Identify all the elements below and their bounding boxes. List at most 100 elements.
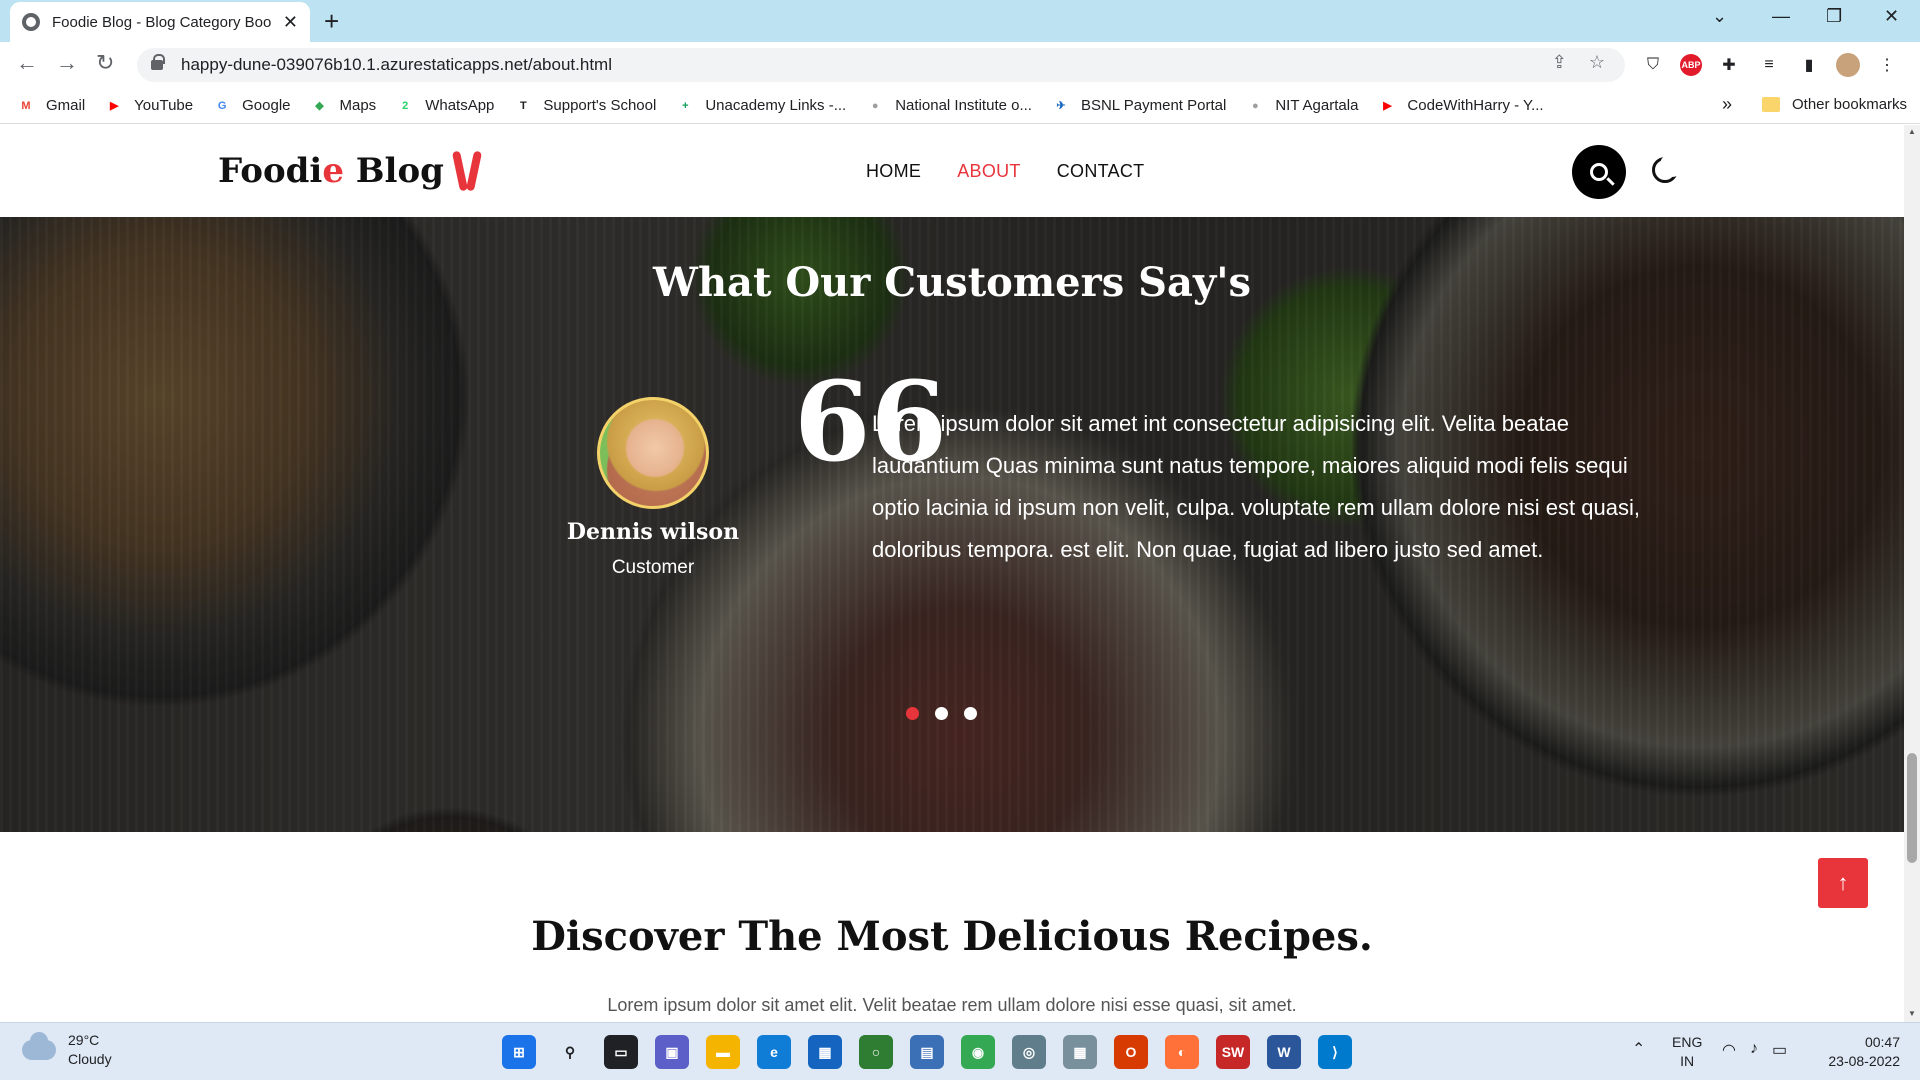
restore-button[interactable]: ❐: [1826, 6, 1842, 27]
edge-browser-icon[interactable]: e: [757, 1035, 791, 1069]
shield-extension-icon[interactable]: ⛉: [1640, 52, 1666, 78]
scroll-up-arrow-icon[interactable]: ▲: [1908, 127, 1916, 136]
bookmark-favicon-icon: G: [217, 99, 227, 112]
solidworks-icon[interactable]: SW: [1216, 1035, 1250, 1069]
back-to-top-button[interactable]: ↑: [1818, 858, 1868, 908]
bookmark-item[interactable]: ● NIT Agartala: [1245, 97, 1358, 114]
page-scrollbar[interactable]: ▲ ▼: [1904, 125, 1920, 1022]
bookmark-favicon-icon: ●: [871, 99, 879, 112]
bookmark-item[interactable]: T Support's School: [513, 97, 656, 114]
adblock-extension-icon[interactable]: ABP: [1680, 54, 1702, 76]
recipes-section-subtitle: Lorem ipsum dolor sit amet elit. Velit b…: [607, 995, 1297, 1015]
circle-app-icon[interactable]: ○: [859, 1035, 893, 1069]
browser-tab-active[interactable]: Foodie Blog - Blog Category Boo ✕: [10, 2, 310, 42]
file-explorer-icon[interactable]: ▬: [706, 1035, 740, 1069]
testimonial-section: What Our Customers Say's Dennis wilson C…: [0, 217, 1904, 832]
address-bar[interactable]: happy-dune-039076b10.1.azurestaticapps.n…: [137, 48, 1625, 82]
testimonial-section-title: What Our Customers Say's: [653, 259, 1251, 306]
customer-name: Dennis wilson: [566, 519, 740, 545]
tab-search-chevron-icon[interactable]: ⌄: [1712, 6, 1727, 27]
dark-mode-toggle[interactable]: [1648, 153, 1684, 187]
weather-condition: Cloudy: [68, 1051, 112, 1067]
teams-chat-icon[interactable]: ▣: [655, 1035, 689, 1069]
carousel-dot-2[interactable]: [935, 707, 948, 720]
microsoft-store-icon[interactable]: ▦: [808, 1035, 842, 1069]
bookmark-star-icon[interactable]: ☆: [1589, 52, 1605, 73]
nav-about-link[interactable]: ABOUT: [957, 161, 1021, 182]
bookmark-item[interactable]: ✈ BSNL Payment Portal: [1051, 97, 1226, 114]
minimize-button[interactable]: —: [1772, 6, 1790, 27]
bookmark-label: Google: [242, 97, 291, 114]
url-text: happy-dune-039076b10.1.azurestaticapps.n…: [181, 55, 612, 74]
chevron-up-icon[interactable]: ⌃: [1632, 1039, 1645, 1059]
media-app-icon[interactable]: ◎: [1012, 1035, 1046, 1069]
bookmark-favicon-icon: 2: [402, 99, 409, 112]
weather-widget[interactable]: 29°C Cloudy: [22, 1031, 112, 1069]
battery-icon: ▭: [1771, 1042, 1788, 1059]
puzzle-extensions-icon[interactable]: ✚: [1716, 52, 1742, 78]
media-queue-icon[interactable]: ≡: [1756, 52, 1782, 78]
bookmark-item[interactable]: + Unacademy Links -...: [675, 97, 846, 114]
system-icons[interactable]: ◠ ♪ ▭: [1722, 1040, 1787, 1060]
bookmark-favicon-icon: M: [21, 99, 31, 112]
arrow-up-icon: ↑: [1837, 870, 1849, 895]
side-panel-icon[interactable]: ▮: [1796, 52, 1822, 78]
other-bookmarks-folder[interactable]: Other bookmarks: [1762, 96, 1907, 113]
bookmark-item[interactable]: 2 WhatsApp: [395, 97, 494, 114]
taskbar-clock[interactable]: 00:47 23-08-2022: [1820, 1033, 1900, 1071]
language-indicator[interactable]: ENG IN: [1672, 1033, 1702, 1071]
bookmark-label: Support's School: [543, 97, 657, 114]
bookmark-label: Unacademy Links -...: [705, 97, 847, 114]
customer-role: Customer: [611, 557, 695, 578]
firefox-icon[interactable]: ◐: [1165, 1035, 1199, 1069]
tab-close-icon[interactable]: ✕: [283, 12, 298, 33]
carousel-dot-1[interactable]: [906, 707, 919, 720]
share-icon[interactable]: ⇪: [1552, 52, 1567, 73]
vscode-icon[interactable]: ⟩: [1318, 1035, 1352, 1069]
bookmark-favicon-icon: ●: [1251, 99, 1259, 112]
office-icon[interactable]: O: [1114, 1035, 1148, 1069]
browser-toolbar: ← → ↻ happy-dune-039076b10.1.azurestatic…: [0, 42, 1920, 88]
bookmark-item[interactable]: ▶ YouTube: [104, 97, 193, 114]
bookmark-item[interactable]: ● National Institute o...: [865, 97, 1032, 114]
bookmark-label: WhatsApp: [425, 97, 495, 114]
bookmark-favicon-icon: ◆: [315, 100, 324, 112]
bookmarks-overflow-button[interactable]: »: [1722, 94, 1732, 115]
scroll-down-arrow-icon[interactable]: ▼: [1908, 1009, 1916, 1018]
cloud-icon: [22, 1032, 56, 1060]
bookmark-label: NIT Agartala: [1275, 97, 1359, 114]
windows-start-icon[interactable]: ⊞: [502, 1035, 536, 1069]
search-button[interactable]: [1572, 145, 1626, 199]
close-window-button[interactable]: ✕: [1884, 6, 1899, 27]
bookmark-favicon-icon: ✈: [1056, 100, 1066, 112]
task-view-icon[interactable]: ▭: [604, 1035, 638, 1069]
new-tab-button[interactable]: +: [324, 6, 339, 37]
volume-icon: ♪: [1749, 1040, 1758, 1057]
reload-button[interactable]: ↻: [96, 50, 114, 76]
profile-avatar[interactable]: [1836, 53, 1860, 77]
scrollbar-thumb[interactable]: [1907, 753, 1917, 863]
back-button[interactable]: ←: [16, 50, 38, 76]
site-logo[interactable]: Foodi e Blog: [218, 150, 486, 192]
other-bookmarks-label: Other bookmarks: [1792, 96, 1908, 113]
taskbar-apps: ⊞ ⚲ ▭ ▣ ▬ e ▦ ○ ▤ ◉ ◎ ▦ O ◐ SW W ⟩: [502, 1035, 1352, 1069]
bookmark-favicon-icon: ▶: [109, 100, 119, 112]
bookmark-item[interactable]: G Google: [212, 97, 291, 114]
bookmark-item[interactable]: ◆ Maps: [310, 97, 376, 114]
nav-home-link[interactable]: HOME: [866, 161, 921, 182]
chrome-browser-icon[interactable]: ◉: [961, 1035, 995, 1069]
search-taskbar-icon[interactable]: ⚲: [553, 1035, 587, 1069]
word-icon[interactable]: W: [1267, 1035, 1301, 1069]
nav-contact-link[interactable]: CONTACT: [1057, 161, 1145, 182]
system-tray-overflow[interactable]: ⌃: [1632, 1039, 1645, 1059]
carousel-dot-3[interactable]: [964, 707, 977, 720]
calculator-icon[interactable]: ▦: [1063, 1035, 1097, 1069]
testimonial-quote: Lorem ipsum dolor sit amet int consectet…: [872, 411, 1640, 562]
bookmark-item[interactable]: M Gmail: [16, 97, 85, 114]
browser-titlebar: Foodie Blog - Blog Category Boo ✕ + ⌄ — …: [0, 0, 1920, 42]
remote-desktop-icon[interactable]: ▤: [910, 1035, 944, 1069]
browser-menu-icon[interactable]: ⋮: [1874, 52, 1900, 78]
bookmark-item[interactable]: ▶ CodeWithHarry - Y...: [1377, 97, 1543, 114]
language-secondary: IN: [1680, 1053, 1695, 1069]
forward-button[interactable]: →: [56, 50, 78, 76]
